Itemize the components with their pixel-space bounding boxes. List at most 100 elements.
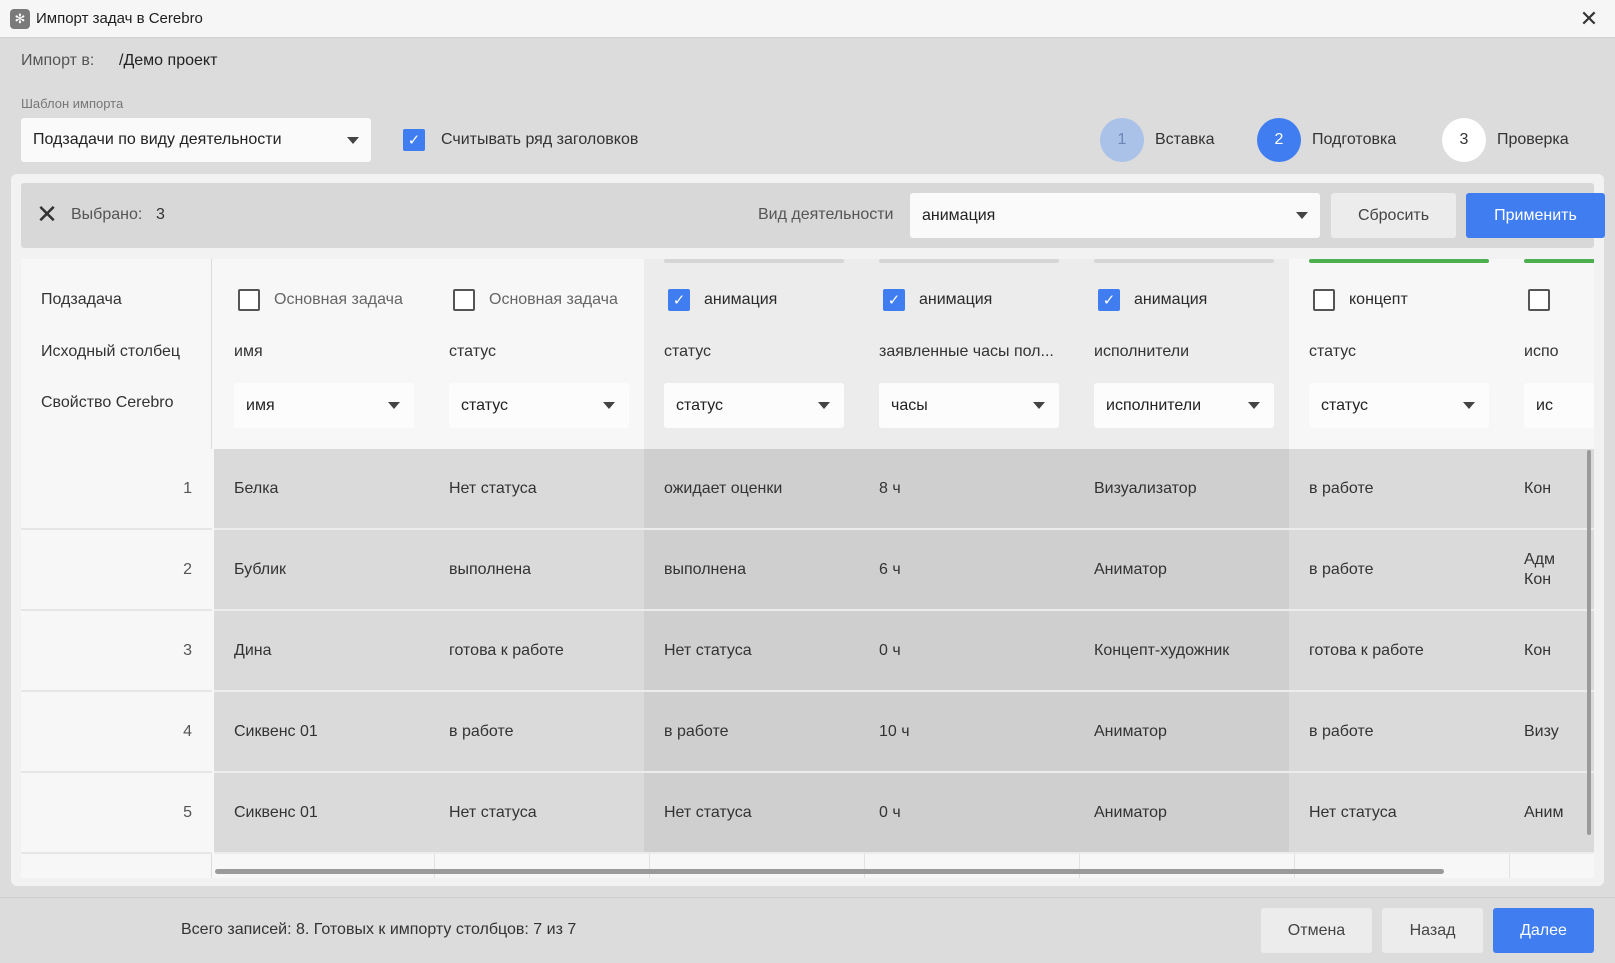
table-cell[interactable]: Адм Кон <box>1504 530 1594 611</box>
activity-select[interactable]: анимация <box>910 193 1320 238</box>
column-cells: Нет статуса выполнена готова к работе в раб… <box>429 449 650 854</box>
cerebro-property-select[interactable]: имя <box>234 383 414 428</box>
table-cell[interactable]: выполнена <box>644 530 865 611</box>
back-button[interactable]: Назад <box>1382 908 1483 953</box>
table-cell[interactable]: 0 ч <box>859 773 1080 854</box>
table-cell[interactable]: Бублик <box>214 530 435 611</box>
table-cell[interactable]: Аниматор <box>1074 692 1295 773</box>
close-icon[interactable]: ✕ <box>1575 5 1603 33</box>
checkbox-unchecked-icon[interactable] <box>1313 289 1335 311</box>
table-cell[interactable]: Сиквенс 01 <box>214 692 435 773</box>
table-cell[interactable]: 6 ч <box>859 530 1080 611</box>
step-insert[interactable]: 1 Вставка <box>1100 118 1214 162</box>
table-cell[interactable]: Аниматор <box>1074 530 1295 611</box>
cerebro-property-select[interactable]: статус <box>1309 383 1489 428</box>
row-number: 3 <box>21 611 212 692</box>
table-cell[interactable]: Концепт-художник <box>1074 611 1295 692</box>
checkbox-unchecked-icon[interactable] <box>238 289 260 311</box>
cerebro-property-select[interactable]: статус <box>664 383 844 428</box>
table-cell[interactable]: ожидает оценки <box>644 449 865 530</box>
step-check[interactable]: 3 Проверка <box>1442 118 1569 162</box>
window-title: Импорт задач в Cerebro <box>36 10 203 27</box>
property-value: исполнители <box>1106 396 1202 414</box>
source-column-name: заявленные часы пол... <box>879 343 1054 360</box>
table-cell[interactable]: в работе <box>1289 449 1510 530</box>
table-cell[interactable]: 10 ч <box>859 692 1080 773</box>
column-subtask-checkbox[interactable]: ✓ анимация <box>1098 289 1207 311</box>
table-cell[interactable]: Кон <box>1504 611 1594 692</box>
column-header: ✓ анимация статус статус <box>644 259 865 449</box>
row-labels-column: Подзадача Исходный столбец Свойство Cere… <box>21 259 212 878</box>
column-status-bar <box>879 259 1059 263</box>
table-cell[interactable]: Нет статуса <box>644 611 865 692</box>
column-subtask-checkbox[interactable]: концепт <box>1313 289 1408 311</box>
table-cell[interactable]: Сиквенс 01 <box>214 773 435 854</box>
checkbox-checked-icon[interactable]: ✓ <box>668 289 690 311</box>
cerebro-property-select[interactable]: исполнители <box>1094 383 1274 428</box>
cerebro-property-select[interactable]: статус <box>449 383 629 428</box>
table-cell[interactable]: Аниматор <box>1074 773 1295 854</box>
step-prepare[interactable]: 2 Подготовка <box>1257 118 1396 162</box>
horizontal-scrollbar[interactable] <box>215 869 1444 874</box>
table-cell[interactable]: в работе <box>1289 692 1510 773</box>
cancel-button[interactable]: Отмена <box>1261 908 1372 953</box>
checkbox-checked-icon[interactable]: ✓ <box>1098 289 1120 311</box>
cerebro-property-select[interactable]: часы <box>879 383 1059 428</box>
table-cell[interactable]: Нет статуса <box>1289 773 1510 854</box>
table-cell[interactable]: Нет статуса <box>429 449 650 530</box>
table-cell[interactable]: 0 ч <box>859 611 1080 692</box>
column-header: ✓ анимация заявленные часы пол... часы <box>859 259 1080 449</box>
checkbox-checked-icon[interactable]: ✓ <box>883 289 905 311</box>
row-number: 5 <box>21 773 212 854</box>
checkbox-unchecked-icon[interactable] <box>1528 289 1550 311</box>
mapping-column: ✓ анимация исполнители исполнители Визуализа… <box>1074 259 1295 878</box>
selected-count: 3 <box>156 206 165 223</box>
column-subtask-checkbox[interactable]: Основная задача <box>453 289 618 311</box>
table-cell[interactable]: Белка <box>214 449 435 530</box>
import-target-label: Импорт в: <box>21 52 95 69</box>
vertical-scrollbar[interactable] <box>1587 450 1591 835</box>
table-cell[interactable]: 8 ч <box>859 449 1080 530</box>
table-cell[interactable]: в работе <box>429 692 650 773</box>
source-column-name: статус <box>1309 343 1357 360</box>
source-column-name: испо <box>1524 343 1559 360</box>
subtask-row-label: Подзадача <box>41 291 122 308</box>
table-cell[interactable]: готова к работе <box>1289 611 1510 692</box>
property-value: статус <box>676 396 724 414</box>
chevron-down-icon <box>347 137 359 144</box>
table-cell[interactable]: Кон <box>1504 449 1594 530</box>
apply-button[interactable]: Применить <box>1466 193 1605 238</box>
clear-selection-icon[interactable]: ✕ <box>35 201 59 227</box>
column-subtask-checkbox[interactable]: ✓ анимация <box>668 289 777 311</box>
column-subtask-checkbox[interactable]: Основная задача <box>238 289 403 311</box>
table-cell[interactable]: Аним <box>1504 773 1594 854</box>
read-headers-checkbox[interactable]: ✓ Считывать ряд заголовков <box>403 129 638 151</box>
table-cell[interactable]: Визуализатор <box>1074 449 1295 530</box>
checkbox-unchecked-icon[interactable] <box>453 289 475 311</box>
subtask-label: Основная задача <box>274 291 403 308</box>
next-button[interactable]: Далее <box>1493 908 1594 953</box>
template-select[interactable]: Подзадачи по виду деятельности <box>21 118 371 162</box>
row-numbers: 1 2 3 4 5 <box>21 449 212 854</box>
mapping-column: испо ис Кон Адм Кон Кон Визу Аним <box>1504 259 1594 878</box>
table-cell[interactable]: Визу <box>1504 692 1594 773</box>
checkbox-checked-icon[interactable]: ✓ <box>403 129 425 151</box>
column-subtask-checkbox[interactable] <box>1528 289 1564 311</box>
table-cell[interactable]: Нет статуса <box>644 773 865 854</box>
table-cell[interactable]: Дина <box>214 611 435 692</box>
column-header: ✓ анимация исполнители исполнители <box>1074 259 1295 449</box>
selected-label: Выбрано: <box>71 206 143 223</box>
table-cell[interactable]: готова к работе <box>429 611 650 692</box>
step-label: Проверка <box>1497 131 1569 148</box>
table-cell[interactable]: в работе <box>1289 530 1510 611</box>
mapping-column: ✓ анимация заявленные часы пол... часы 8 ч6 … <box>859 259 1080 878</box>
table-cell[interactable]: в работе <box>644 692 865 773</box>
cerebro-property-select[interactable]: ис <box>1524 383 1594 428</box>
table-cell[interactable]: Нет статуса <box>429 773 650 854</box>
subtask-label: Основная задача <box>489 291 618 308</box>
table-cell[interactable]: выполнена <box>429 530 650 611</box>
column-subtask-checkbox[interactable]: ✓ анимация <box>883 289 992 311</box>
title-bar: ✻ Импорт задач в Cerebro ✕ <box>0 0 1615 38</box>
reset-button[interactable]: Сбросить <box>1331 193 1456 238</box>
records-summary: Всего записей: 8. Готовых к импорту стол… <box>181 921 577 938</box>
